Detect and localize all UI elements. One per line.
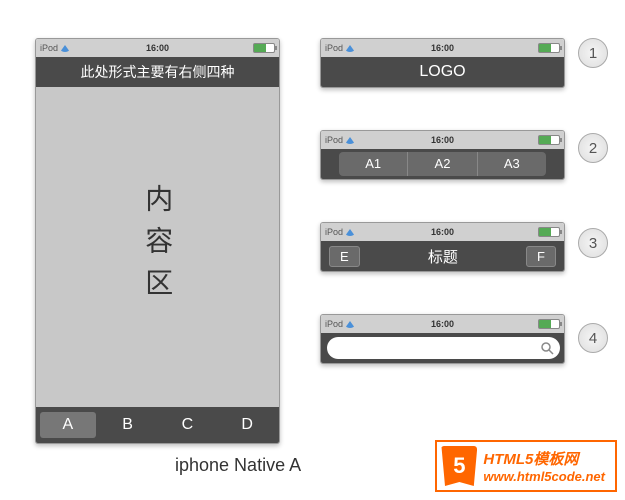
title-text: 标题 [428,246,458,267]
search-input[interactable] [327,337,560,359]
battery-icon [538,135,560,145]
clock: 16:00 [146,43,169,53]
tab-a[interactable]: A [40,412,96,438]
variant-4-search: iPod 16:00 [320,314,565,364]
wifi-icon [345,229,355,236]
badge-3: 3 [578,228,608,258]
status-bar: iPod 16:00 [321,131,564,149]
title-header: E 标题 F [321,241,564,271]
status-bar: iPod 16:00 [36,39,279,57]
search-header [321,333,564,363]
wifi-icon [345,321,355,328]
battery-icon [538,319,560,329]
search-icon[interactable] [536,337,558,359]
variant-1-logo: iPod 16:00 LOGO [320,38,565,88]
left-button[interactable]: E [329,246,360,267]
segment-a3[interactable]: A3 [478,152,546,176]
content-label: 内容区 [127,184,189,310]
badge-4: 4 [578,323,608,353]
content-area: 内容区 [36,87,279,407]
wifi-icon [345,137,355,144]
watermark-title: HTML5模板网 [483,448,605,469]
battery-icon [538,43,560,53]
main-phone-mockup: iPod 16:00 此处形式主要有右侧四种 内容区 A B C D [35,38,280,444]
segment-a1[interactable]: A1 [339,152,408,176]
variant-3-title: iPod 16:00 E 标题 F [320,222,565,272]
carrier-label: iPod [40,43,70,53]
badge-2: 2 [578,133,608,163]
logo-header: LOGO [321,57,564,87]
logo-text: LOGO [419,63,465,81]
status-bar: iPod 16:00 [321,223,564,241]
badge-1: 1 [578,38,608,68]
caption: iphone Native A [175,455,301,476]
tab-bar: A B C D [36,407,279,443]
watermark-url: www.html5code.net [483,469,605,484]
segment-control[interactable]: A1 A2 A3 [339,152,546,176]
main-header-text: 此处形式主要有右侧四种 [81,62,235,82]
wifi-icon [60,45,70,52]
tab-b[interactable]: B [100,412,156,438]
tab-d[interactable]: D [219,412,275,438]
html5-logo-icon: 5 [441,446,477,486]
main-header: 此处形式主要有右侧四种 [36,57,279,87]
battery-icon [538,227,560,237]
right-button[interactable]: F [526,246,556,267]
tab-c[interactable]: C [160,412,216,438]
segment-header: A1 A2 A3 [321,149,564,179]
status-bar: iPod 16:00 [321,315,564,333]
status-bar: iPod 16:00 [321,39,564,57]
wifi-icon [345,45,355,52]
variant-2-segments: iPod 16:00 A1 A2 A3 [320,130,565,180]
battery-icon [253,43,275,53]
watermark: 5 HTML5模板网 www.html5code.net [435,440,617,492]
segment-a2[interactable]: A2 [408,152,477,176]
